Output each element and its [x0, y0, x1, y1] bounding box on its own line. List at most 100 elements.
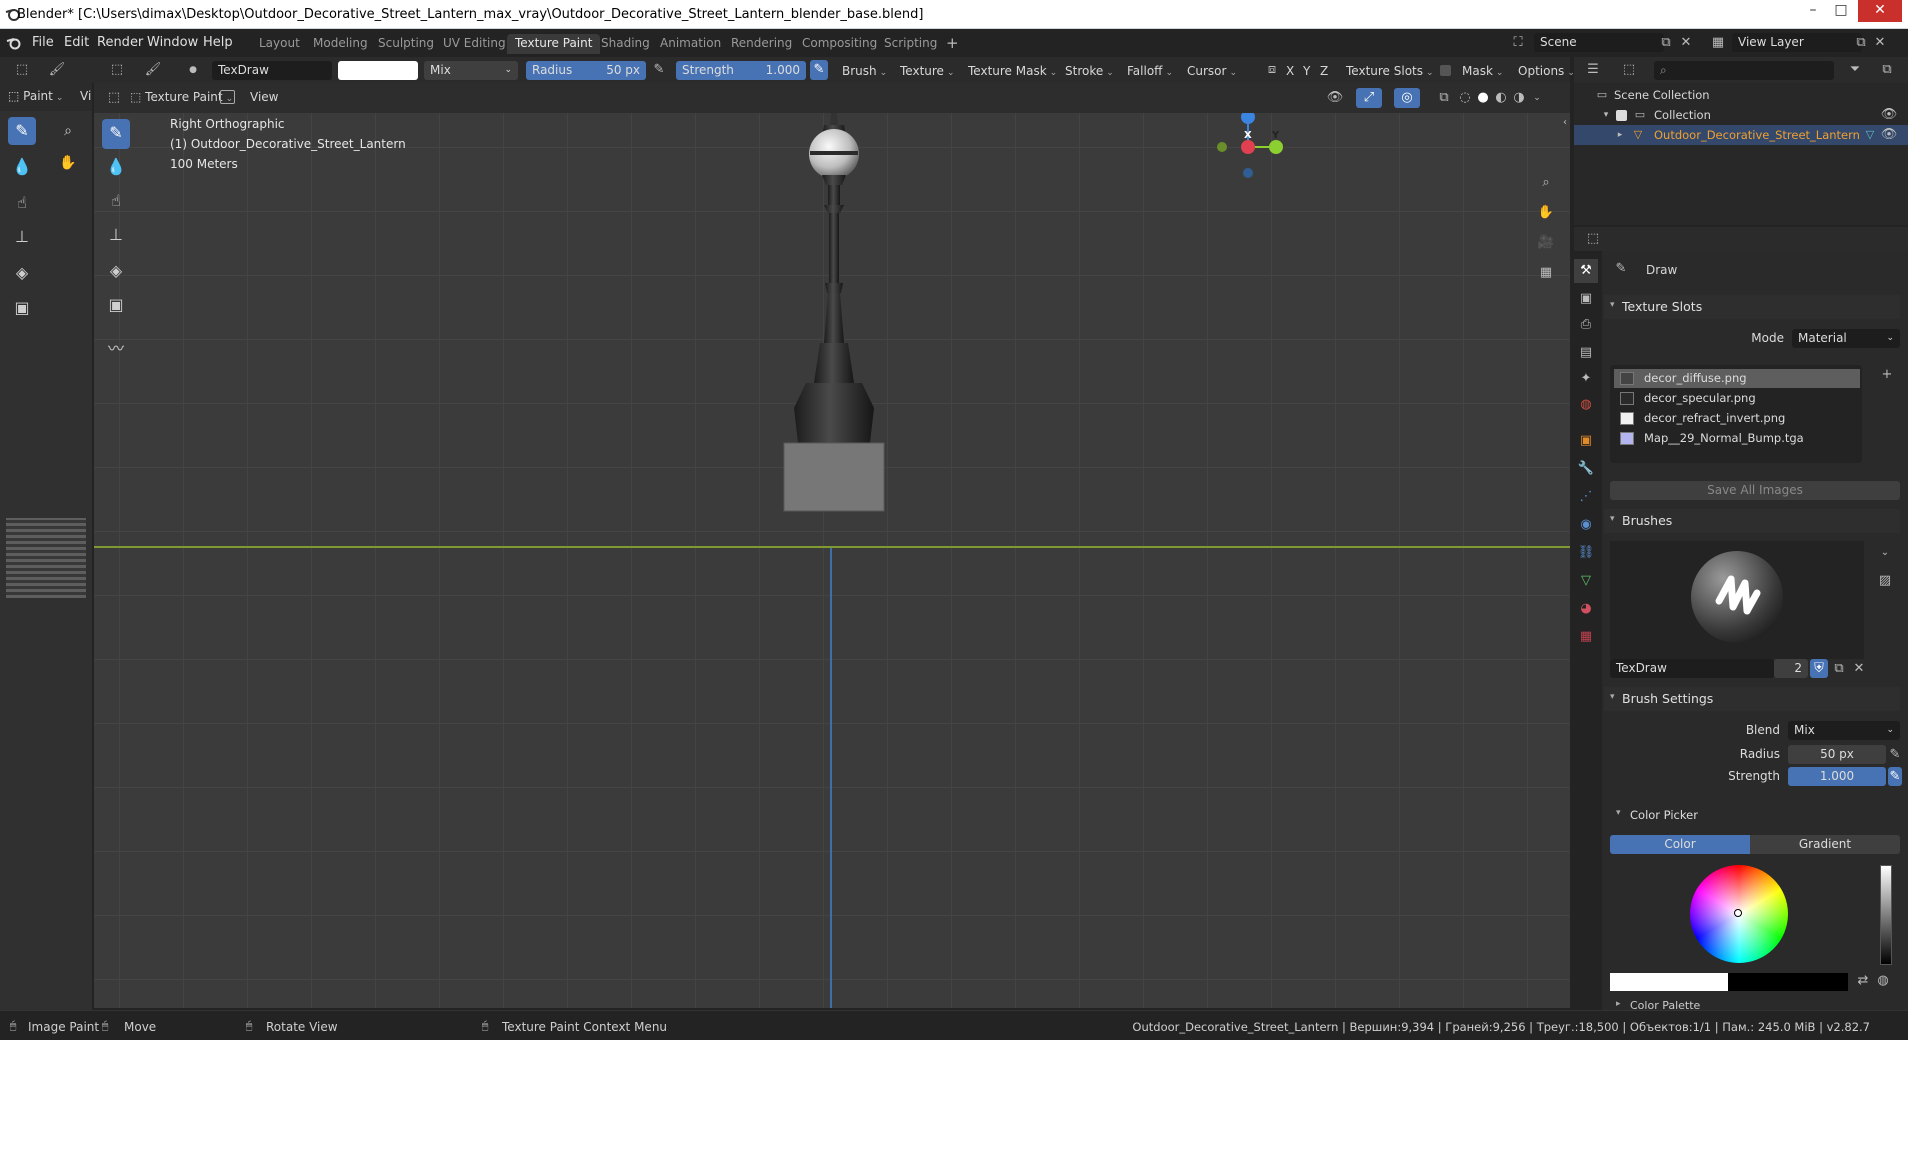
brush-color-swatch[interactable]: [338, 61, 418, 80]
texture-mask-menu[interactable]: Texture Mask ⌄: [968, 64, 1057, 78]
view-layer-field[interactable]: View Layer: [1732, 33, 1862, 52]
clone-tool[interactable]: ⊥: [102, 221, 130, 249]
brush-users-count[interactable]: 2: [1774, 659, 1808, 678]
filter-icon[interactable]: ⏷: [1842, 60, 1868, 80]
brush-list-dropdown-icon[interactable]: ⌄: [1876, 543, 1894, 563]
render-tab-icon[interactable]: ▣: [1574, 287, 1598, 311]
radius-pressure-toggle-icon[interactable]: ✎: [1888, 745, 1902, 764]
tab-scripting[interactable]: Scripting: [876, 34, 945, 54]
gradient-tab[interactable]: Gradient: [1750, 835, 1900, 854]
radius-pressure-icon[interactable]: ✎: [650, 60, 668, 80]
object-row[interactable]: ▸ ▽ Outdoor_Decorative_Street_Lantern ▽ …: [1574, 125, 1908, 145]
left-clone-tool[interactable]: ⊥: [8, 223, 36, 251]
scene-collection-row[interactable]: ▭ Scene Collection: [1574, 85, 1908, 105]
left-smear-tool[interactable]: ☝: [8, 189, 36, 217]
value-slider[interactable]: [1880, 865, 1892, 965]
scene-tab-icon[interactable]: ✦: [1574, 367, 1598, 391]
object-tab-icon[interactable]: ▣: [1574, 429, 1598, 453]
view-layer-icon[interactable]: ▦: [1706, 33, 1730, 53]
primary-color-swatch[interactable]: [1610, 973, 1728, 991]
scene-selector-icon[interactable]: ⛶: [1506, 33, 1530, 53]
data-tab-icon[interactable]: ▽: [1574, 569, 1598, 593]
tab-layout[interactable]: Layout: [251, 34, 308, 54]
left-mode-menu[interactable]: ⬚ Paint ⌄: [8, 89, 63, 103]
left-zoom-icon[interactable]: ⌕: [54, 117, 82, 145]
list-item[interactable]: Map__29_Normal_Bump.tga: [1614, 429, 1860, 448]
menu-window[interactable]: Window: [147, 35, 198, 50]
save-all-images-button[interactable]: Save All Images: [1610, 481, 1900, 500]
fill-tool[interactable]: ◈: [102, 257, 130, 285]
material-shading-icon[interactable]: ◐: [1492, 88, 1510, 108]
display-mode-icon[interactable]: ⬚: [1616, 60, 1642, 80]
menu-render[interactable]: Render: [97, 35, 143, 50]
tab-modeling[interactable]: Modeling: [305, 34, 376, 54]
camera-view-icon[interactable]: 🎥: [1534, 233, 1558, 253]
collection-row[interactable]: ▾ ▭ Collection 👁: [1574, 105, 1908, 125]
paint-brush-icon[interactable]: 🖌: [46, 60, 68, 80]
sidebar-toggle-icon[interactable]: ‹: [1560, 113, 1570, 133]
unified-color-icon[interactable]: ◍: [1874, 971, 1892, 991]
tab-animation[interactable]: Animation: [652, 34, 729, 54]
visibility-icon[interactable]: 👁: [1322, 88, 1348, 108]
output-tab-icon[interactable]: ⎙: [1574, 313, 1598, 337]
texture-menu[interactable]: Texture ⌄: [900, 64, 954, 78]
mirror-x-toggle[interactable]: X: [1286, 64, 1294, 78]
tab-uv-editing[interactable]: UV Editing: [435, 34, 514, 54]
radius-field[interactable]: 50 px: [1788, 745, 1886, 764]
duplicate-brush-icon[interactable]: ⧉: [1830, 659, 1848, 678]
constraints-tab-icon[interactable]: ⛓: [1574, 541, 1598, 565]
brush-image-icon[interactable]: ▨: [1876, 571, 1894, 591]
soften-tool[interactable]: 💧: [102, 153, 130, 181]
mask-checkbox[interactable]: [1440, 65, 1451, 76]
mode-dropdown[interactable]: Material ⌄: [1792, 329, 1900, 348]
symmetry-icon[interactable]: ⧈: [1262, 60, 1282, 80]
left-pan-icon[interactable]: ✋: [54, 149, 82, 177]
tab-compositing[interactable]: Compositing: [794, 34, 885, 54]
material-tab-icon[interactable]: ◕: [1574, 597, 1598, 621]
cursor-menu[interactable]: Cursor ⌄: [1187, 64, 1237, 78]
brush-menu[interactable]: Brush ⌄: [842, 64, 887, 78]
strength-pressure-toggle-icon[interactable]: ✎: [1888, 767, 1902, 786]
texture-tab-icon[interactable]: ▦: [1574, 625, 1598, 649]
delete-scene-icon[interactable]: ✕: [1678, 33, 1694, 53]
outliner-editor-type-icon[interactable]: ☰: [1580, 60, 1606, 80]
strength-field[interactable]: 1.000: [1788, 767, 1886, 786]
pan-icon[interactable]: ✋: [1534, 203, 1558, 223]
object-visibility-icon[interactable]: 👁: [1880, 125, 1898, 145]
viewport-editor-type-icon[interactable]: ⬚: [102, 88, 126, 108]
brush-name-input[interactable]: TexDraw: [1610, 659, 1774, 678]
tab-rendering[interactable]: Rendering: [723, 34, 800, 54]
color-wheel[interactable]: [1690, 865, 1788, 963]
texture-slots-panel-header[interactable]: ▾ Texture Slots: [1604, 295, 1900, 319]
close-button[interactable]: ✕: [1858, 0, 1902, 22]
swap-colors-icon[interactable]: ⇄: [1854, 971, 1872, 991]
maximize-button[interactable]: □: [1828, 0, 1854, 22]
particles-tab-icon[interactable]: ⋰: [1574, 485, 1598, 509]
xray-toggle-icon[interactable]: ⧉: [1434, 88, 1454, 108]
collection-expand-icon[interactable]: ▾: [1600, 105, 1612, 125]
tool-tab-icon[interactable]: ⚒: [1574, 259, 1598, 283]
properties-editor-type-icon[interactable]: ⬚: [1580, 229, 1606, 249]
delete-view-layer-icon[interactable]: ✕: [1872, 33, 1888, 53]
mirror-y-toggle[interactable]: Y: [1303, 64, 1310, 78]
strength-slider[interactable]: Strength 1.000: [676, 61, 806, 80]
modifier-tab-icon[interactable]: 🔧: [1574, 457, 1598, 481]
toggle-perspective-icon[interactable]: ▦: [1534, 263, 1558, 283]
mask-menu[interactable]: Mask ⌄: [1462, 64, 1503, 78]
navigation-gizmo[interactable]: [1204, 113, 1294, 207]
color-wheel-cursor[interactable]: [1734, 909, 1742, 917]
strength-pressure-icon[interactable]: ✎: [810, 60, 828, 80]
solid-shading-icon[interactable]: ●: [1474, 88, 1492, 108]
new-collection-icon[interactable]: ⧉: [1874, 60, 1900, 80]
editor-type-icon[interactable]: ⬚: [8, 60, 36, 80]
menu-file[interactable]: File: [32, 35, 54, 50]
blend-mode-dropdown[interactable]: Mix ⌄: [424, 61, 518, 80]
texture-slots-menu[interactable]: Texture Slots ⌄: [1346, 64, 1434, 78]
outliner-search-input[interactable]: ⌕: [1654, 61, 1834, 80]
unlink-brush-icon[interactable]: ✕: [1850, 659, 1868, 678]
color-tab[interactable]: Color: [1610, 835, 1750, 854]
radius-slider[interactable]: Radius 50 px: [526, 61, 646, 80]
brush-name-field[interactable]: TexDraw: [212, 61, 332, 80]
mirror-z-toggle[interactable]: Z: [1320, 64, 1328, 78]
list-item[interactable]: decor_specular.png: [1614, 389, 1860, 408]
